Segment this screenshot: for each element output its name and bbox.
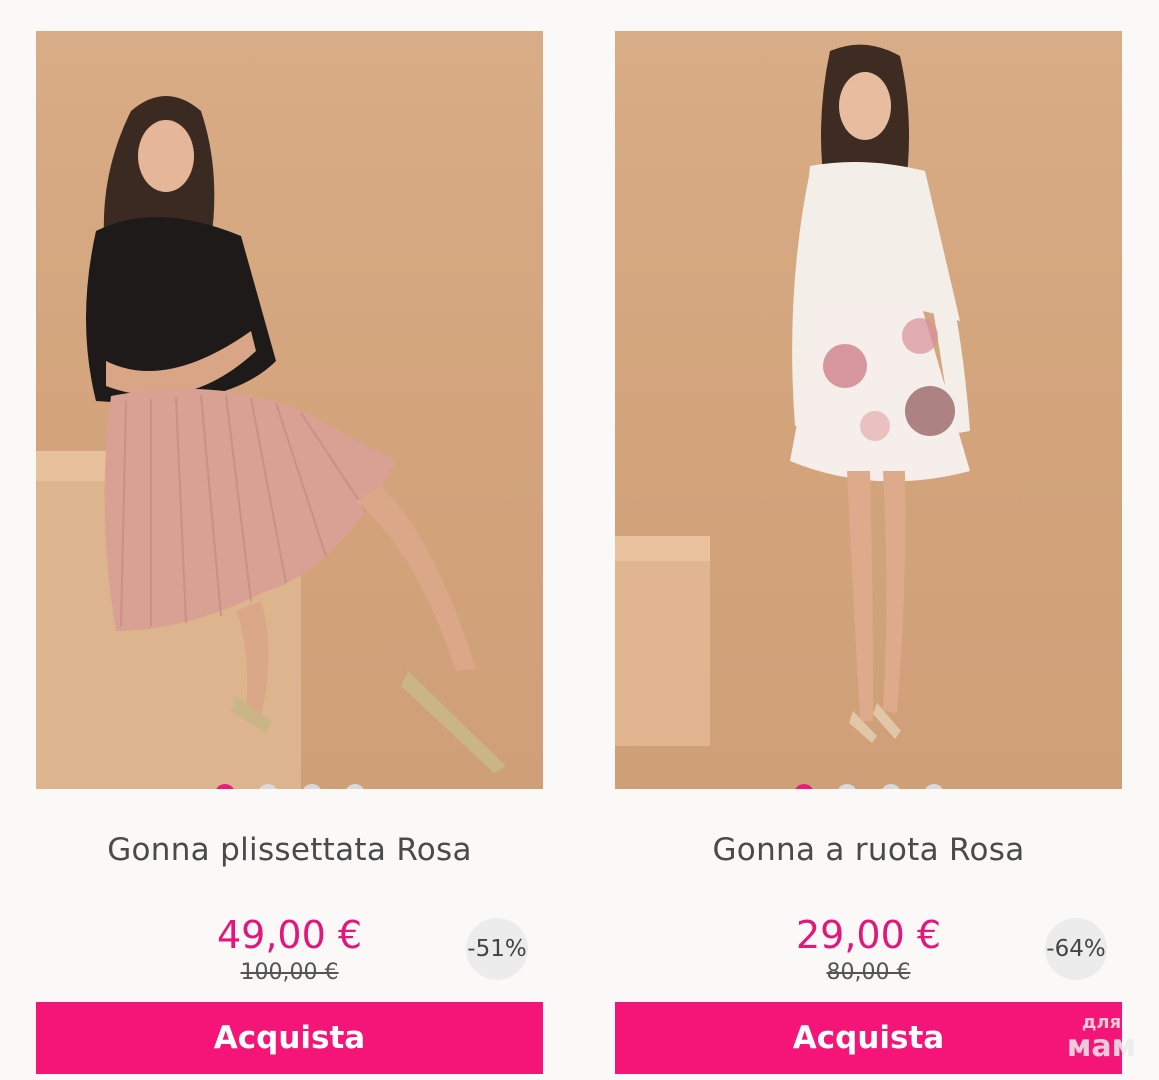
product-card: Gonna plissettata Rosa 49,00 € 100,00 € … bbox=[36, 0, 543, 1080]
carousel-dot[interactable] bbox=[837, 784, 857, 789]
carousel-dot[interactable] bbox=[302, 784, 322, 789]
buy-button[interactable]: Acquista bbox=[36, 1002, 543, 1074]
product-card: Gonna a ruota Rosa 29,00 € 80,00 € -64% … bbox=[615, 0, 1122, 1080]
carousel-dot[interactable] bbox=[881, 784, 901, 789]
image-carousel-dots bbox=[36, 784, 543, 789]
carousel-dot[interactable] bbox=[794, 784, 814, 789]
product-photo[interactable] bbox=[615, 31, 1122, 789]
watermark-logo: для мам bbox=[1054, 1014, 1149, 1074]
product-grid: Gonna plissettata Rosa 49,00 € 100,00 € … bbox=[0, 0, 1159, 1080]
watermark-line: мам bbox=[1066, 1029, 1137, 1064]
model-illustration bbox=[615, 44, 970, 746]
buy-button[interactable]: Acquista bbox=[615, 1002, 1122, 1074]
product-photo[interactable] bbox=[36, 31, 543, 789]
carousel-dot[interactable] bbox=[215, 784, 235, 789]
model-illustration bbox=[36, 96, 506, 789]
carousel-dot[interactable] bbox=[924, 784, 944, 789]
product-title[interactable]: Gonna a ruota Rosa bbox=[615, 832, 1122, 868]
discount-badge: -64% bbox=[1045, 918, 1107, 980]
carousel-dot[interactable] bbox=[345, 784, 365, 789]
product-old-price: 100,00 € bbox=[240, 960, 339, 985]
carousel-dot[interactable] bbox=[258, 784, 278, 789]
product-title[interactable]: Gonna plissettata Rosa bbox=[36, 832, 543, 868]
product-old-price: 80,00 € bbox=[826, 960, 911, 985]
image-carousel-dots bbox=[615, 784, 1122, 789]
discount-badge: -51% bbox=[466, 918, 528, 980]
